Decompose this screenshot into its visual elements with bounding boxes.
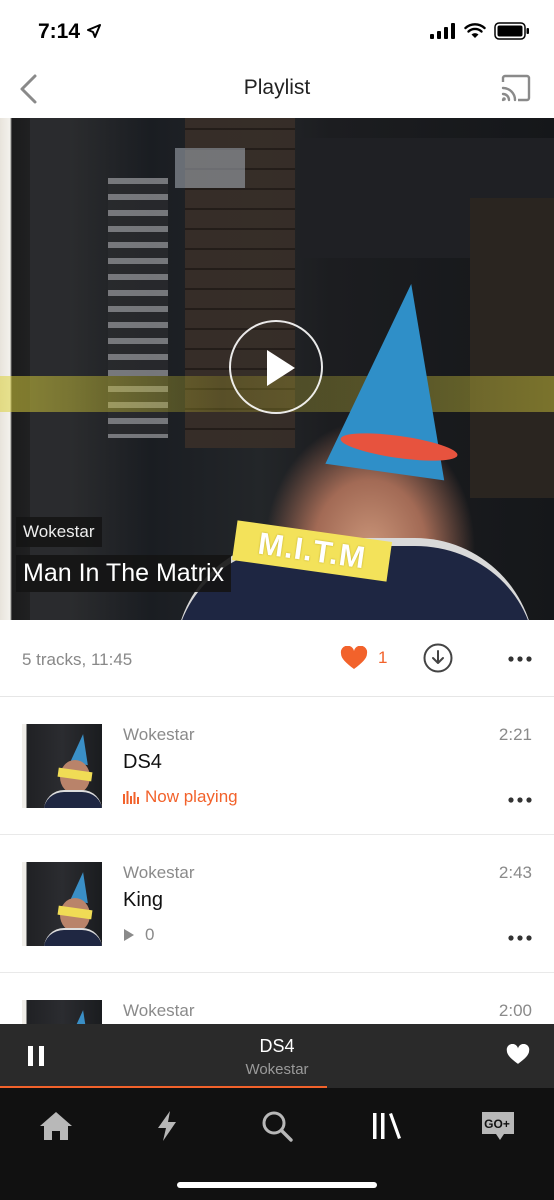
play-button[interactable]	[229, 320, 323, 414]
play-count-value: 0	[145, 925, 155, 944]
more-options-icon[interactable]	[508, 656, 532, 662]
play-count: 0	[123, 925, 154, 945]
track-artwork	[22, 862, 102, 946]
playlist-title: Man In The Matrix	[16, 555, 232, 592]
tab-home[interactable]	[36, 1106, 76, 1146]
playlist-meta-row: 5 tracks, 11:45 1	[0, 620, 554, 697]
status-time: 7:14	[38, 20, 81, 43]
track-more-icon[interactable]	[508, 797, 532, 803]
equalizer-icon	[123, 791, 139, 804]
play-small-icon	[124, 929, 134, 941]
now-playing-indicator: Now playing	[123, 787, 238, 807]
home-icon	[40, 1112, 72, 1140]
battery-icon	[494, 22, 529, 40]
tab-library[interactable]	[367, 1106, 407, 1146]
download-icon[interactable]	[423, 643, 453, 673]
stream-icon	[158, 1111, 176, 1141]
track-artist: Wokestar	[123, 863, 195, 882]
search-icon	[262, 1111, 293, 1142]
track-artwork	[22, 724, 102, 808]
track-duration: 2:00	[498, 1001, 532, 1020]
tab-stream[interactable]	[147, 1106, 187, 1146]
track-row[interactable]: Wokestar King 2:43 0	[0, 835, 554, 973]
track-artist: Wokestar	[123, 725, 195, 744]
tab-search[interactable]	[257, 1106, 297, 1146]
mini-player[interactable]: DS4 Wokestar	[0, 1024, 554, 1088]
tab-go-plus[interactable]: GO+	[478, 1106, 518, 1146]
wifi-icon	[464, 23, 486, 38]
track-more-icon[interactable]	[508, 935, 532, 941]
library-icon	[373, 1113, 401, 1139]
svg-text:GO+: GO+	[484, 1117, 510, 1131]
cellular-signal-icon	[430, 23, 455, 39]
page-title: Playlist	[243, 76, 311, 99]
track-artist: Wokestar	[123, 1001, 195, 1020]
cast-icon[interactable]	[500, 74, 532, 102]
playlist-artwork: M.I.T.M Wokestar Man In The Matrix	[0, 118, 554, 620]
playlist-artist[interactable]: Wokestar	[16, 517, 102, 547]
heart-icon[interactable]	[506, 1044, 530, 1065]
track-title: King	[123, 889, 164, 911]
heart-icon	[340, 646, 368, 669]
mini-player-artist: Wokestar	[245, 1061, 309, 1078]
track-count-duration: 5 tracks, 11:45	[22, 650, 133, 669]
status-bar: 7:14	[0, 0, 554, 60]
now-playing-label: Now playing	[145, 787, 238, 806]
navigation-bar: Playlist	[0, 60, 554, 118]
track-duration: 2:21	[498, 725, 532, 744]
location-arrow-icon	[87, 24, 101, 38]
track-title: DS4	[123, 751, 162, 773]
like-count: 1	[378, 648, 388, 667]
home-indicator	[177, 1182, 377, 1188]
track-duration: 2:43	[498, 863, 532, 882]
like-button[interactable]: 1	[340, 646, 387, 670]
mini-player-title: DS4	[259, 1036, 295, 1056]
track-row[interactable]: Wokestar DS4 2:21 Now playing	[0, 697, 554, 835]
go-plus-icon: GO+	[482, 1112, 514, 1140]
